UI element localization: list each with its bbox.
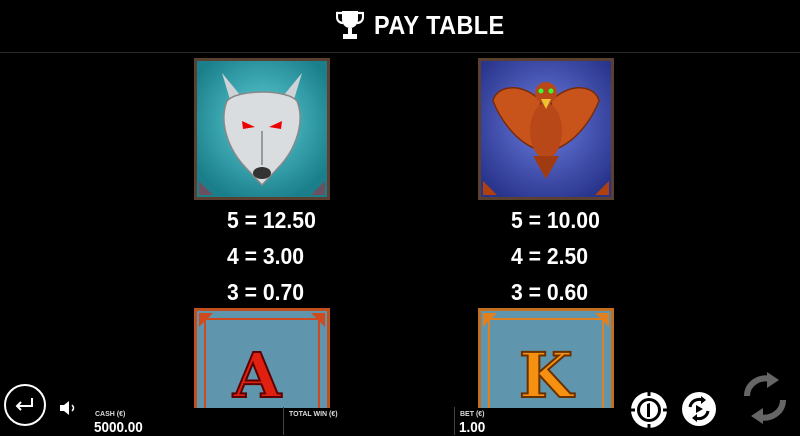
divider [454, 407, 455, 435]
back-button[interactable] [4, 384, 46, 426]
bet-label: BET (€) [460, 411, 485, 418]
eagle-payout-3: 3 = 0.60 [511, 279, 589, 305]
trophy-icon [336, 11, 364, 39]
eagle-icon [481, 61, 611, 197]
cash-value: 5000.00 [94, 419, 143, 436]
bet-value: 1.00 [459, 419, 486, 436]
letter-k-symbol: K [478, 308, 614, 408]
coin-bet-button[interactable] [629, 390, 669, 430]
autoplay-button[interactable] [680, 390, 718, 428]
title-group: PAY TABLE [336, 9, 519, 41]
eagle-payout-4: 4 = 2.50 [511, 243, 589, 269]
letter-k-glyph: K [518, 338, 574, 408]
pay-table-header: PAY TABLE [0, 0, 800, 53]
spin-button[interactable] [737, 370, 793, 426]
page-title: PAY TABLE [374, 9, 505, 40]
total-win-label: TOTAL WIN (€) [289, 411, 338, 418]
eagle-symbol [478, 58, 614, 200]
wolf-payout-4: 4 = 3.00 [227, 243, 305, 269]
letter-a-symbol: A [194, 308, 330, 408]
sound-icon[interactable] [58, 399, 78, 417]
letter-a-glyph: A [232, 338, 282, 408]
cash-label: CASH (€) [95, 411, 126, 418]
wolf-payout-3: 3 = 0.70 [227, 279, 305, 305]
eagle-payout-5: 5 = 10.00 [511, 207, 600, 233]
wolf-icon [197, 61, 327, 197]
wolf-payout-5: 5 = 12.50 [227, 207, 316, 233]
wolf-symbol [194, 58, 330, 200]
divider [283, 407, 284, 435]
back-arrow-icon [15, 398, 33, 411]
